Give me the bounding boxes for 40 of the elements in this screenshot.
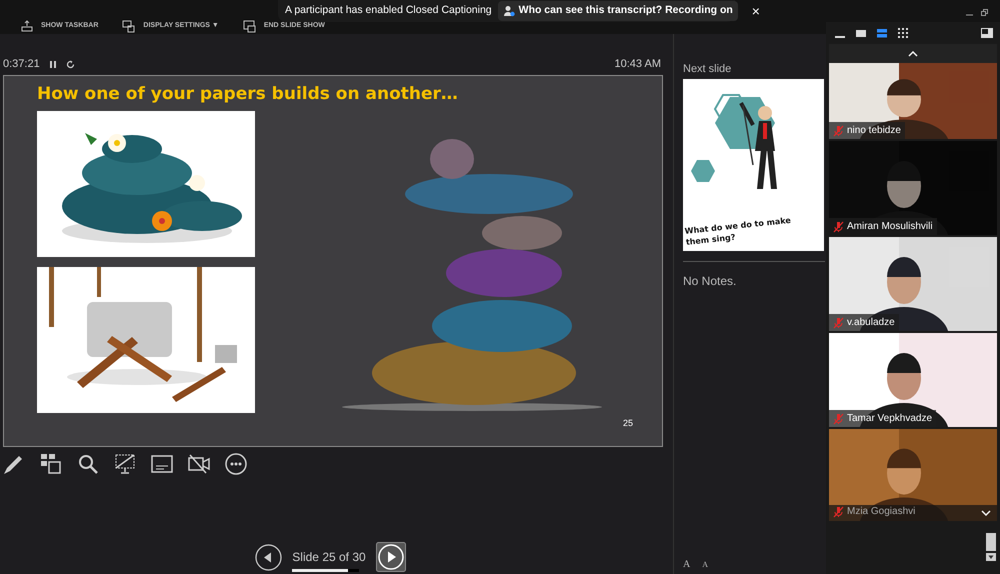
- more-icon[interactable]: [224, 452, 248, 476]
- taskbar-icon: [20, 20, 33, 32]
- person-icon: [502, 5, 515, 17]
- increase-font-button[interactable]: A: [683, 557, 690, 572]
- participant-name-text: Mzia Gogiashvi: [847, 505, 916, 519]
- next-slide-thumbnail[interactable]: What do we do to make them sing?: [683, 79, 824, 251]
- restore-icon[interactable]: [981, 8, 988, 16]
- slides-icon[interactable]: [39, 452, 63, 476]
- elapsed-time: 0:37:21: [3, 56, 40, 72]
- speaker-view-icon[interactable]: [855, 27, 867, 39]
- slide-counter: Slide 25 of 30: [292, 549, 366, 566]
- participant-name-text: v.abuladze: [847, 316, 895, 330]
- layout-icon[interactable]: [980, 27, 994, 39]
- notes-text: No Notes.: [683, 273, 738, 290]
- search-icon[interactable]: [76, 452, 100, 476]
- next-slide-icon[interactable]: [376, 542, 406, 572]
- strip-view-icon[interactable]: [876, 27, 888, 39]
- camera-off-icon[interactable]: [187, 452, 211, 476]
- participant-name-text: nino tebidze: [847, 124, 901, 138]
- restart-icon[interactable]: [66, 60, 75, 68]
- pause-icon[interactable]: [48, 60, 57, 68]
- decrease-font-button[interactable]: A: [702, 557, 708, 572]
- notification-message: A participant has enabled Closed Captioning: [285, 3, 492, 18]
- scrollbar-thumb[interactable]: [986, 533, 996, 551]
- clock-time: 10:43 AM: [614, 56, 661, 72]
- chevron-up-icon: [908, 50, 918, 56]
- screen-off-icon[interactable]: [113, 452, 137, 476]
- slide-caption: What do we do to make them sing?: [684, 214, 792, 248]
- transcript-link[interactable]: Who can see this transcript? Recording on: [498, 1, 738, 21]
- display-icon: [122, 20, 136, 32]
- slide-number: 25: [622, 417, 633, 430]
- chevron-down-icon[interactable]: [981, 510, 991, 516]
- grid-view-icon[interactable]: [897, 27, 909, 39]
- pane-heading: Next slide: [683, 62, 732, 76]
- slide-title: How one of your papers builds on another…: [37, 83, 459, 106]
- previous-slide-icon[interactable]: [255, 544, 282, 570]
- participant-name-text: Amiran Mosulishvili: [847, 220, 933, 234]
- participant-name-text: Tamar Vepkhvadze: [847, 412, 932, 426]
- scroll-down-icon[interactable]: [986, 553, 996, 561]
- close-button[interactable]: ×: [744, 0, 768, 22]
